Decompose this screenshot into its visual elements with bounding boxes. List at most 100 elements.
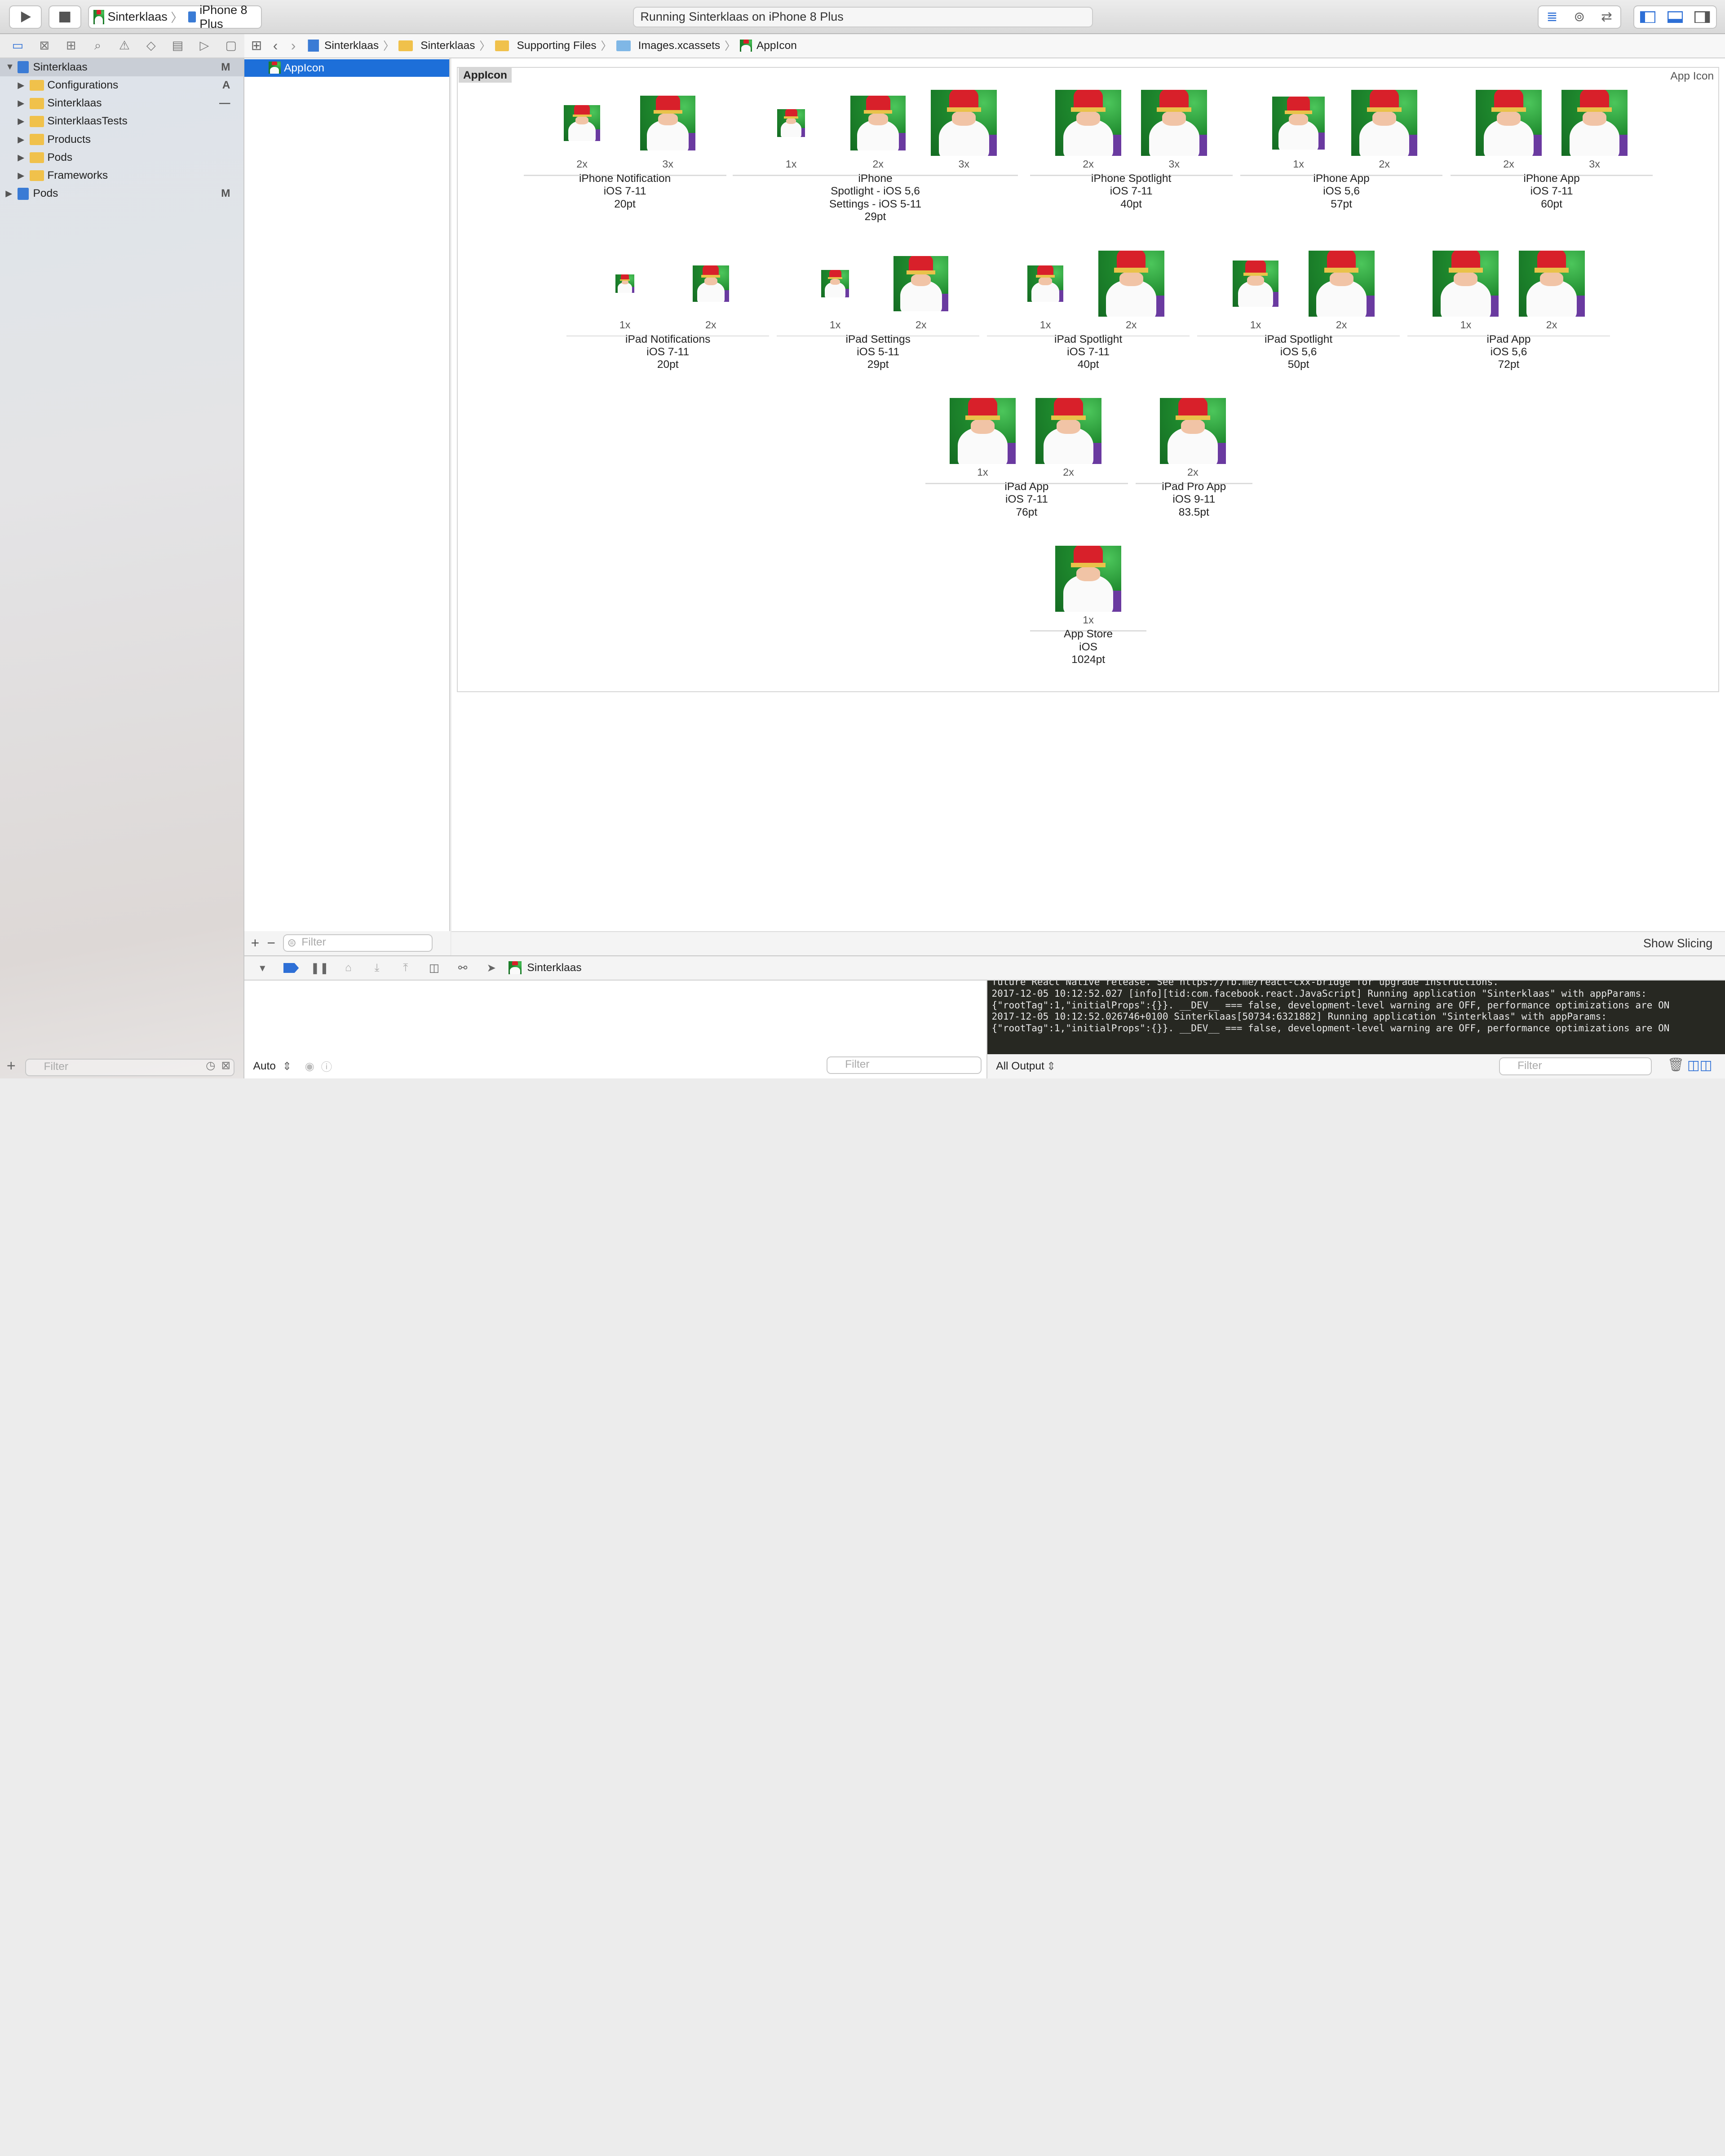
disclosure-closed-icon[interactable]: ▶ <box>18 170 24 181</box>
icon-slot[interactable] <box>1159 397 1227 465</box>
pause-icon[interactable]: ❚❚ <box>308 958 331 978</box>
icon-slot[interactable] <box>1561 89 1629 157</box>
breakpoints-toggle-icon[interactable] <box>279 958 302 978</box>
debug-target-label[interactable]: Sinterklaas <box>527 962 581 974</box>
icon-slot[interactable] <box>1307 250 1376 318</box>
crumb-project[interactable]: Sinterklaas <box>324 40 379 52</box>
run-button[interactable] <box>9 5 42 28</box>
icon-slot[interactable] <box>677 250 745 318</box>
icon-slot[interactable] <box>1475 89 1543 157</box>
issue-navigator-icon[interactable]: ⚠ <box>111 35 137 57</box>
scm-filter-icon[interactable]: ⊠ <box>221 1059 230 1072</box>
asset-set-item-appicon[interactable]: AppIcon <box>244 59 449 77</box>
forward-arrow-icon[interactable]: › <box>291 37 296 54</box>
add-icon[interactable]: + <box>7 1057 16 1075</box>
add-icon[interactable]: + <box>251 935 260 951</box>
disclosure-closed-icon[interactable]: ▶ <box>18 152 24 163</box>
navigator-toggle-icon[interactable] <box>1640 11 1655 23</box>
output-mode-select[interactable]: All Output <box>996 1060 1044 1073</box>
icon-slot[interactable] <box>1517 250 1586 318</box>
icon-slot[interactable] <box>634 89 702 157</box>
breakpoint-navigator-icon[interactable]: ▷ <box>191 35 217 57</box>
navigator-item[interactable]: ▶Pods <box>0 149 243 167</box>
eye-icon[interactable]: ◉ <box>305 1060 314 1073</box>
folder-navigator-icon[interactable]: ▭ <box>4 35 31 57</box>
scheme-device-label[interactable]: iPhone 8 Plus <box>199 3 257 31</box>
disclosure-open-icon[interactable]: ▼ <box>5 62 14 72</box>
step-into-icon[interactable]: ⤓ <box>365 958 388 978</box>
console-filter-field[interactable]: Filter <box>1499 1057 1652 1075</box>
recent-files-icon[interactable]: ◷ <box>206 1059 215 1072</box>
debug-area-toggle-icon[interactable] <box>1668 11 1683 23</box>
version-editor-icon[interactable]: ⇄ <box>1601 9 1612 25</box>
navigator-item[interactable]: ▶PodsM <box>0 185 243 203</box>
navigator-item[interactable]: ▼SinterklaasM <box>0 58 243 76</box>
icon-slot[interactable] <box>1432 250 1500 318</box>
memory-graph-icon[interactable]: ⚯ <box>451 958 474 978</box>
remove-icon[interactable]: − <box>267 935 275 951</box>
disclosure-closed-icon[interactable]: ▶ <box>18 98 24 109</box>
icon-slot[interactable] <box>1350 89 1419 157</box>
variables-mode-select[interactable]: Auto <box>253 1060 275 1073</box>
disclosure-closed-icon[interactable]: ▶ <box>18 116 24 127</box>
crumb-group[interactable]: Sinterklaas <box>420 40 475 52</box>
asset-filter-field[interactable]: ⊜ Filter <box>283 934 433 952</box>
back-arrow-icon[interactable]: ‹ <box>273 37 278 54</box>
view-debugger-icon[interactable]: ◫ <box>423 958 446 978</box>
show-slicing-button[interactable]: Show Slicing <box>1643 937 1712 950</box>
debug-navigator-icon[interactable]: ▤ <box>164 35 191 57</box>
navigator-item[interactable]: ▶ConfigurationsA <box>0 76 243 94</box>
icon-slot[interactable] <box>801 250 869 318</box>
stop-button[interactable] <box>49 5 82 28</box>
navigator-filter-field[interactable]: Filter <box>25 1059 234 1076</box>
chevron-updown-icon[interactable]: ⇕ <box>1047 1060 1056 1073</box>
chevron-updown-icon[interactable]: ⇕ <box>283 1060 292 1073</box>
utilities-toggle-icon[interactable] <box>1694 11 1710 23</box>
icon-slot[interactable] <box>887 250 955 318</box>
standard-editor-icon[interactable]: ≣ <box>1547 9 1558 25</box>
variables-filter-field[interactable]: Filter <box>827 1056 982 1074</box>
icon-slot[interactable] <box>948 397 1017 465</box>
location-icon[interactable]: ➤ <box>480 958 503 978</box>
disclosure-closed-icon[interactable]: ▶ <box>18 80 24 91</box>
step-over-icon[interactable]: ⌂ <box>337 958 360 978</box>
assistant-editor-icon[interactable]: ⊚ <box>1574 9 1585 25</box>
symbol-navigator-icon[interactable]: ⊞ <box>58 35 84 57</box>
icon-slot[interactable] <box>1265 89 1333 157</box>
navigator-item[interactable]: ▶SinterklaasTests <box>0 112 243 130</box>
folder-icon <box>398 40 413 52</box>
icon-slot[interactable] <box>1097 250 1165 318</box>
icon-slot[interactable] <box>591 250 659 318</box>
appicon-image <box>564 105 600 141</box>
scheme-selector[interactable]: Sinterklaas 〉 iPhone 8 Plus <box>88 5 262 28</box>
hide-debug-area-icon[interactable]: ▾ <box>251 958 274 978</box>
trash-icon[interactable]: 🗑 <box>1668 1057 1684 1073</box>
report-navigator-icon[interactable]: ▢ <box>218 35 244 57</box>
split-view-icon[interactable]: ◫◫ <box>1687 1057 1712 1073</box>
crumb-appicon[interactable]: AppIcon <box>756 40 797 52</box>
info-icon[interactable]: ⓘ <box>321 1059 332 1074</box>
console-output[interactable]: future React Native release. See https:/… <box>987 981 1725 1054</box>
icon-slot[interactable] <box>930 89 998 157</box>
icon-slot[interactable] <box>1140 89 1208 157</box>
icon-slot[interactable] <box>1054 544 1123 613</box>
disclosure-closed-icon[interactable]: ▶ <box>5 188 12 199</box>
icon-slot[interactable] <box>844 89 912 157</box>
icon-slot[interactable] <box>1011 250 1079 318</box>
icon-slot[interactable] <box>1054 89 1123 157</box>
icon-slot[interactable] <box>548 89 616 157</box>
source-control-icon[interactable]: ⊠ <box>31 35 58 57</box>
crumb-supporting-files[interactable]: Supporting Files <box>517 40 597 52</box>
navigator-item[interactable]: ▶Sinterklaas— <box>0 94 243 112</box>
navigator-item[interactable]: ▶Products <box>0 131 243 149</box>
icon-slot[interactable] <box>1221 250 1290 318</box>
icon-slot[interactable] <box>1035 397 1103 465</box>
crumb-asset-catalog[interactable]: Images.xcassets <box>638 40 720 52</box>
icon-slot[interactable] <box>757 89 825 157</box>
navigator-item[interactable]: ▶Frameworks <box>0 167 243 185</box>
disclosure-closed-icon[interactable]: ▶ <box>18 134 24 145</box>
search-icon[interactable]: ⌕ <box>84 35 111 57</box>
step-out-icon[interactable]: ⤒ <box>394 958 417 978</box>
related-items-icon[interactable]: ⊞ <box>251 38 262 53</box>
test-navigator-icon[interactable]: ◇ <box>138 35 164 57</box>
